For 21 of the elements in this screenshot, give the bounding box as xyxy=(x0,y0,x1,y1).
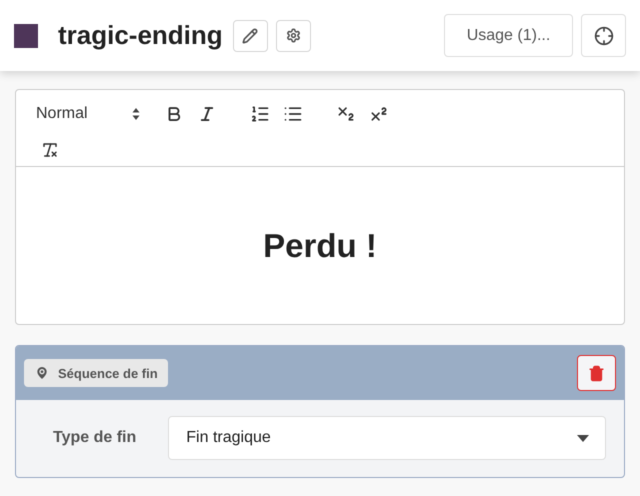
sort-icon xyxy=(132,107,140,121)
heading-text: Perdu ! xyxy=(263,226,377,264)
tag-label: Séquence de fin xyxy=(58,366,158,380)
gear-icon xyxy=(286,28,301,43)
italic-icon xyxy=(198,105,216,123)
edit-button[interactable] xyxy=(232,20,268,52)
trash-icon xyxy=(588,364,605,382)
numbered-list-icon xyxy=(250,104,270,124)
field-label: Type de fin xyxy=(53,429,136,447)
format-select[interactable]: Normal xyxy=(36,105,140,123)
crosshair-button[interactable] xyxy=(581,14,626,57)
clear-format-icon xyxy=(41,141,59,159)
crosshair-icon xyxy=(594,26,614,46)
delete-button[interactable] xyxy=(577,355,616,391)
page-title: tragic-ending xyxy=(58,20,223,51)
settings-button[interactable] xyxy=(276,20,311,52)
pin-icon xyxy=(34,365,50,381)
pencil-icon xyxy=(242,28,258,44)
usage-button[interactable]: Usage (1)... xyxy=(444,14,573,57)
caret-icon xyxy=(577,434,589,442)
type-select[interactable]: Fin tragique xyxy=(168,416,606,460)
